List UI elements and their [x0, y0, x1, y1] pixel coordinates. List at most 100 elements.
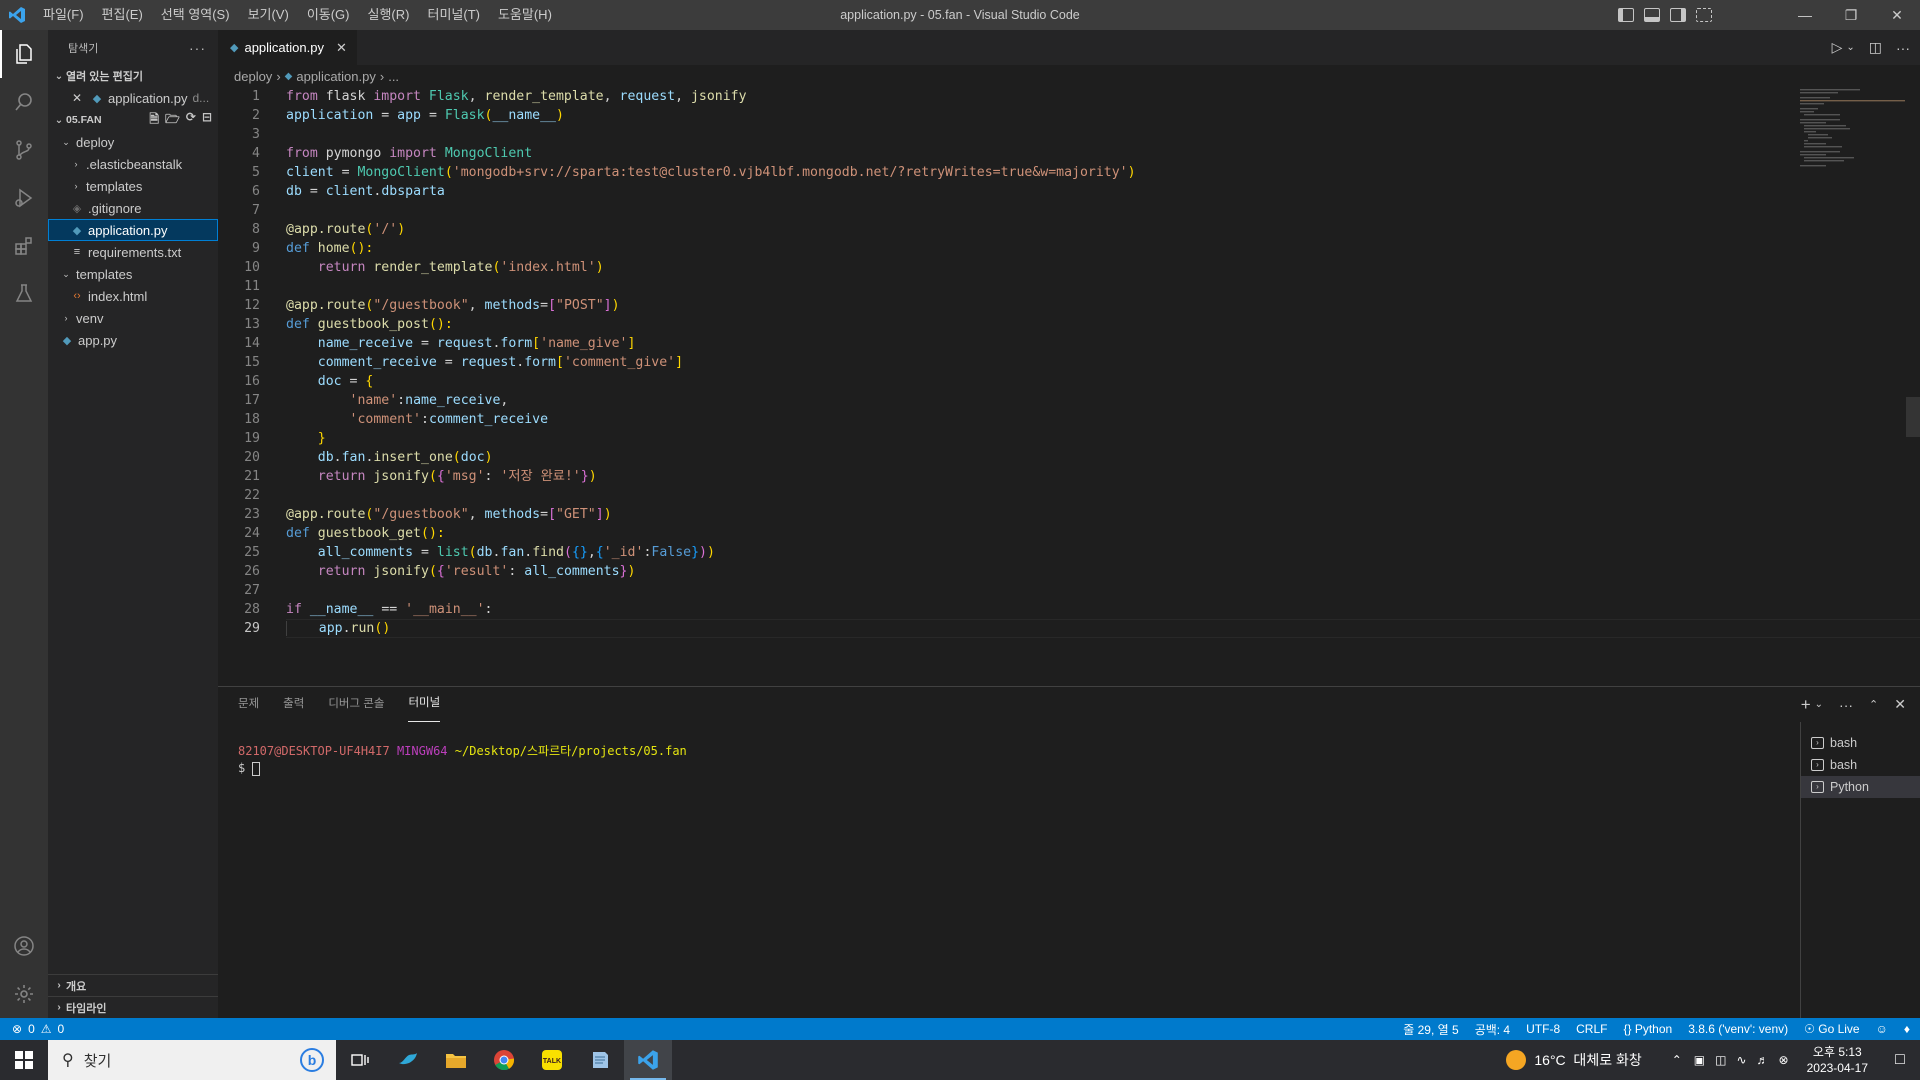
source-control-icon[interactable] — [0, 126, 48, 174]
cursor-position[interactable]: 줄 29, 열 5 — [1403, 1021, 1458, 1038]
toggle-panel-icon[interactable] — [1644, 8, 1660, 22]
volume-icon[interactable]: ♬ — [1757, 1053, 1769, 1067]
toggle-secondary-sidebar-icon[interactable] — [1670, 8, 1686, 22]
vscode-logo-icon[interactable] — [0, 0, 34, 30]
refresh-icon[interactable]: ⟳ — [186, 110, 196, 131]
weather-text[interactable]: 16°C 대체로 화창 — [1534, 1050, 1641, 1070]
taskbar-search[interactable]: ⚲ 찾기 b — [48, 1040, 336, 1080]
breadcrumb-deploy[interactable]: deploy — [234, 69, 272, 84]
more-actions-icon[interactable]: ··· — [1839, 697, 1853, 713]
chevron-down-icon[interactable]: ⌄ — [1815, 699, 1823, 710]
tab-problems[interactable]: 문제 — [238, 687, 259, 722]
minimize-icon[interactable]: — — [1782, 0, 1828, 30]
restore-icon[interactable]: ❐ — [1828, 0, 1874, 30]
feedback-icon[interactable]: ☺ — [1876, 1022, 1888, 1036]
extensions-icon[interactable] — [0, 222, 48, 270]
run-python-icon[interactable]: ▷ — [1832, 39, 1843, 56]
tree-item-elasticbeanstalk[interactable]: › .elasticbeanstalk — [48, 153, 218, 175]
menu-file[interactable]: 파일(F) — [34, 0, 93, 30]
go-live-button[interactable]: ☉ Go Live — [1804, 1022, 1859, 1036]
open-editor-item[interactable]: ✕ ◆ application.py d... — [48, 87, 218, 109]
menu-terminal[interactable]: 터미널(T) — [418, 0, 488, 30]
close-editor-icon[interactable]: ✕ — [72, 91, 86, 105]
chrome-icon[interactable] — [480, 1040, 528, 1080]
indentation[interactable]: 공백: 4 — [1475, 1021, 1510, 1038]
tree-item-templates-deploy[interactable]: › templates — [48, 175, 218, 197]
search-icon[interactable] — [0, 78, 48, 126]
outline-section[interactable]: › 개요 — [48, 974, 218, 996]
terminal-output[interactable]: 82107@DESKTOP-UF4H4I7 MINGW64 ~/Desktop/… — [238, 743, 687, 777]
terminal-item-python[interactable]: › Python — [1801, 776, 1920, 798]
minimap[interactable] — [1800, 87, 1908, 167]
bird-app-icon[interactable] — [384, 1040, 432, 1080]
task-view-icon[interactable] — [336, 1040, 384, 1080]
python-interpreter[interactable]: 3.8.6 ('venv': venv) — [1688, 1022, 1788, 1036]
customize-layout-icon[interactable] — [1696, 8, 1712, 22]
close-panel-icon[interactable]: ✕ — [1894, 696, 1906, 713]
tab-application-py[interactable]: ◆ application.py ✕ — [218, 30, 357, 65]
menu-selection[interactable]: 선택 영역(S) — [152, 0, 239, 30]
bing-icon[interactable]: b — [300, 1048, 324, 1072]
close-tab-icon[interactable]: ✕ — [336, 40, 347, 56]
notepad-icon[interactable] — [576, 1040, 624, 1080]
menu-help[interactable]: 도움말(H) — [489, 0, 561, 30]
menu-go[interactable]: 이동(G) — [298, 0, 359, 30]
new-terminal-icon[interactable]: + — [1801, 695, 1811, 715]
tree-item-application-py[interactable]: ◆ application.py — [48, 219, 218, 241]
tree-item-app-py[interactable]: ◆ app.py — [48, 329, 218, 351]
line-ending[interactable]: CRLF — [1576, 1022, 1607, 1036]
terminal-item-bash-2[interactable]: › bash — [1801, 754, 1920, 776]
tree-item-gitignore[interactable]: ◈ .gitignore — [48, 197, 218, 219]
tree-item-requirements[interactable]: ≡ requirements.txt — [48, 241, 218, 263]
tray-app-icon[interactable]: ▣ — [1694, 1053, 1705, 1067]
folder-section[interactable]: ⌄ 05.FAN 🗎 🗁 ⟳ ⊟ — [48, 109, 218, 131]
notification-center-icon[interactable]: □ — [1880, 1051, 1920, 1069]
kakaotalk-icon[interactable]: TALK — [528, 1040, 576, 1080]
notifications-bell-icon[interactable]: ♦ — [1904, 1022, 1910, 1036]
testing-icon[interactable] — [0, 270, 48, 318]
clock[interactable]: 오후 5:13 2023-04-17 — [1795, 1044, 1880, 1076]
breadcrumb-file[interactable]: application.py — [296, 69, 376, 84]
tree-item-templates[interactable]: ⌄ templates — [48, 263, 218, 285]
tab-output[interactable]: 출력 — [283, 687, 304, 722]
weather-sun-icon[interactable] — [1506, 1050, 1527, 1070]
toggle-sidebar-icon[interactable] — [1618, 8, 1634, 22]
terminal-item-bash-1[interactable]: › bash — [1801, 732, 1920, 754]
account-icon[interactable] — [0, 922, 48, 970]
menu-edit[interactable]: 편집(E) — [93, 0, 152, 30]
collapse-all-icon[interactable]: ⊟ — [202, 110, 212, 131]
tree-item-venv[interactable]: › venv — [48, 307, 218, 329]
tree-item-index-html[interactable]: ‹› index.html — [48, 285, 218, 307]
new-file-icon[interactable]: 🗎 — [149, 110, 159, 131]
show-hidden-icons[interactable]: ⌃ — [1672, 1053, 1682, 1067]
run-debug-icon[interactable] — [0, 174, 48, 222]
wifi-icon[interactable]: ∿ — [1736, 1053, 1746, 1067]
vscode-taskbar-icon[interactable] — [624, 1040, 672, 1080]
battery-icon[interactable]: ◫ — [1715, 1053, 1726, 1067]
status-problems[interactable]: ⊗ 0 ⚠ 0 — [0, 1022, 64, 1036]
menu-view[interactable]: 보기(V) — [239, 0, 298, 30]
tree-item-deploy[interactable]: ⌄ deploy — [48, 131, 218, 153]
breadcrumb-symbol[interactable]: ... — [388, 69, 399, 84]
open-editors-section[interactable]: ⌄ 열려 있는 편집기 — [48, 65, 218, 87]
settings-gear-icon[interactable] — [0, 970, 48, 1018]
tab-terminal[interactable]: 터미널 — [408, 687, 441, 722]
chevron-down-icon[interactable]: ⌄ — [1846, 42, 1854, 53]
encoding[interactable]: UTF-8 — [1526, 1022, 1560, 1036]
tab-debug-console[interactable]: 디버그 콘솔 — [328, 687, 384, 722]
editor-scrollbar[interactable] — [1906, 87, 1920, 686]
language-mode[interactable]: {} Python — [1623, 1022, 1672, 1036]
new-folder-icon[interactable]: 🗁 — [165, 110, 180, 131]
timeline-section[interactable]: › 타임라인 — [48, 996, 218, 1018]
ime-icon[interactable]: ⊗ — [1779, 1053, 1789, 1067]
menu-run[interactable]: 실행(R) — [359, 0, 419, 30]
maximize-panel-icon[interactable]: ⌃ — [1869, 698, 1878, 711]
split-editor-icon[interactable]: ◫ — [1869, 39, 1882, 56]
explorer-icon[interactable] — [0, 30, 48, 78]
windows-start-icon[interactable] — [0, 1040, 48, 1080]
close-window-icon[interactable]: ✕ — [1874, 0, 1920, 30]
more-actions-icon[interactable]: ··· — [189, 40, 206, 56]
more-actions-icon[interactable]: ··· — [1896, 40, 1910, 56]
code-editor[interactable]: 1 from flask import Flask, render_templat… — [218, 87, 1920, 686]
file-explorer-icon[interactable] — [432, 1040, 480, 1080]
